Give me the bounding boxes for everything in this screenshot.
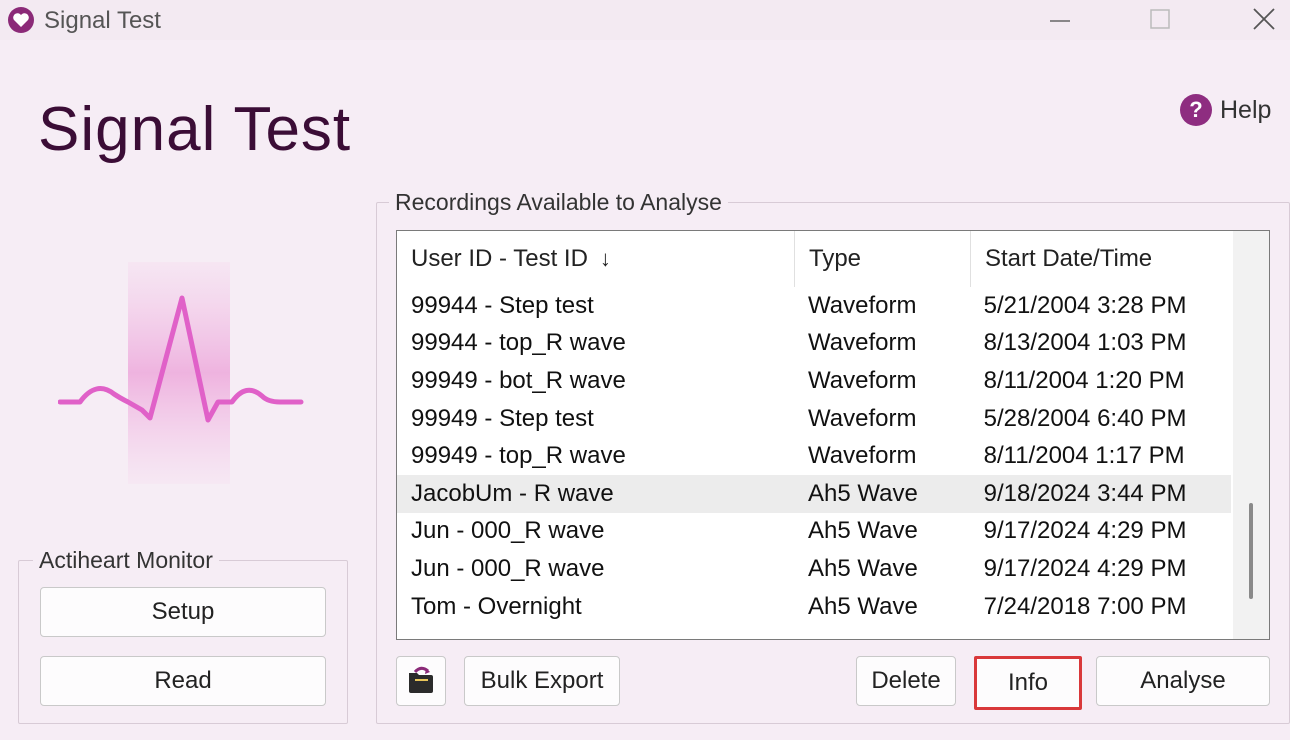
cell-type: Waveform — [808, 291, 917, 319]
scrollbar-thumb[interactable] — [1249, 503, 1253, 599]
table-row[interactable]: Tom - Overnight Ah5 Wave 7/24/2018 7:00 PM — [397, 588, 1231, 626]
table-row[interactable]: 99949 - Step test Waveform 5/28/2004 6:40 … — [397, 400, 1231, 438]
cell-start-date: 8/11/2004 1:20 PM — [983, 366, 1185, 394]
analyse-button[interactable]: Analyse — [1096, 656, 1270, 706]
column-header-type[interactable]: Type — [795, 231, 971, 287]
sort-down-icon: ↓ — [599, 246, 611, 271]
cell-user-test-id: 99944 - top_R wave — [411, 329, 626, 357]
cell-user-test-id: JacobUm - R wave — [411, 479, 614, 507]
recordings-list[interactable]: User ID - Test ID ↓ Type Start Date/Time… — [396, 230, 1270, 640]
column-header-label: User ID - Test ID — [411, 245, 588, 272]
page-title: Signal Test — [38, 95, 352, 164]
setup-button[interactable]: Setup — [40, 587, 326, 637]
table-row[interactable]: 99949 - bot_R wave Waveform 8/11/2004 1:20… — [397, 362, 1231, 400]
cell-user-test-id: Jun - 000_R wave — [411, 554, 605, 582]
read-button[interactable]: Read — [40, 656, 326, 706]
table-row[interactable]: Jun - 000_R wave Ah5 Wave 9/17/2024 4:29 P… — [397, 550, 1231, 588]
column-header-label: Start Date/Time — [985, 245, 1153, 272]
title-bar: Signal Test — [0, 0, 1290, 40]
recordings-group-label: Recordings Available to Analyse — [389, 189, 728, 216]
cell-user-test-id: 99949 - bot_R wave — [411, 366, 626, 394]
cell-user-test-id: 99949 - top_R wave — [411, 442, 626, 470]
help-icon: ? — [1180, 94, 1212, 126]
table-row[interactable]: JacobUm - R wave Ah5 Wave 9/18/2024 3:44 P… — [397, 474, 1231, 513]
cell-start-date: 7/24/2018 7:00 PM — [983, 592, 1187, 620]
list-header: User ID - Test ID ↓ Type Start Date/Time — [397, 231, 1233, 287]
info-button[interactable]: Info — [974, 656, 1082, 710]
table-row[interactable]: 99944 - Step test Waveform 5/21/2004 3:28 … — [397, 287, 1231, 325]
column-header-start[interactable]: Start Date/Time — [971, 231, 1233, 287]
cell-user-test-id: Jun - 000_R wave — [411, 517, 605, 545]
table-row[interactable]: Jun - 000_R wave Ah5 Wave 9/17/2024 4:29 P… — [397, 513, 1231, 551]
cell-type: Ah5 Wave — [808, 592, 918, 620]
column-header-user-id[interactable]: User ID - Test ID ↓ — [397, 231, 795, 287]
table-row[interactable]: 99944 - top_R wave Waveform 8/13/2004 1:03… — [397, 325, 1231, 363]
cell-user-test-id: 99944 - Step test — [411, 291, 594, 319]
cell-start-date: 8/11/2004 1:17 PM — [983, 442, 1185, 470]
help-link[interactable]: ? Help — [1180, 94, 1271, 126]
cell-start-date: 5/21/2004 3:28 PM — [983, 291, 1187, 319]
minimize-button[interactable] — [1040, 4, 1080, 34]
column-header-label: Type — [809, 245, 862, 272]
cell-type: Waveform — [808, 442, 917, 470]
cell-start-date: 9/17/2024 4:29 PM — [983, 554, 1187, 582]
delete-button[interactable]: Delete — [856, 656, 956, 706]
cell-user-test-id: Tom - Overnight — [411, 592, 582, 620]
help-label: Help — [1220, 95, 1272, 124]
refresh-folder-icon — [409, 666, 433, 693]
window-title: Signal Test — [44, 7, 161, 34]
cell-type: Waveform — [808, 366, 917, 394]
maximize-button[interactable] — [1140, 4, 1180, 34]
refresh-folder-button[interactable] — [396, 656, 446, 706]
close-button[interactable] — [1244, 4, 1284, 34]
cell-start-date: 5/28/2004 6:40 PM — [983, 404, 1187, 432]
table-row[interactable]: 99949 - top_R wave Waveform 8/11/2004 1:17… — [397, 437, 1231, 475]
cell-type: Ah5 Wave — [808, 517, 918, 545]
cell-start-date: 9/17/2024 4:29 PM — [983, 517, 1187, 545]
cell-type: Ah5 Wave — [808, 554, 918, 582]
monitor-group-label: Actiheart Monitor — [33, 547, 219, 574]
list-rows: 99944 - Step test Waveform 5/21/2004 3:28 … — [397, 287, 1231, 625]
cell-type: Waveform — [808, 329, 917, 357]
cell-start-date: 9/18/2024 3:44 PM — [983, 479, 1187, 507]
cell-type: Ah5 Wave — [808, 479, 918, 507]
cell-user-test-id: 99949 - Step test — [411, 404, 594, 432]
ecg-waveform-icon — [57, 262, 304, 484]
cell-start-date: 8/13/2004 1:03 PM — [983, 329, 1187, 357]
app-heart-icon — [8, 7, 34, 33]
bulk-export-button[interactable]: Bulk Export — [464, 656, 620, 706]
cell-type: Waveform — [808, 404, 917, 432]
vertical-scrollbar[interactable] — [1233, 231, 1269, 639]
